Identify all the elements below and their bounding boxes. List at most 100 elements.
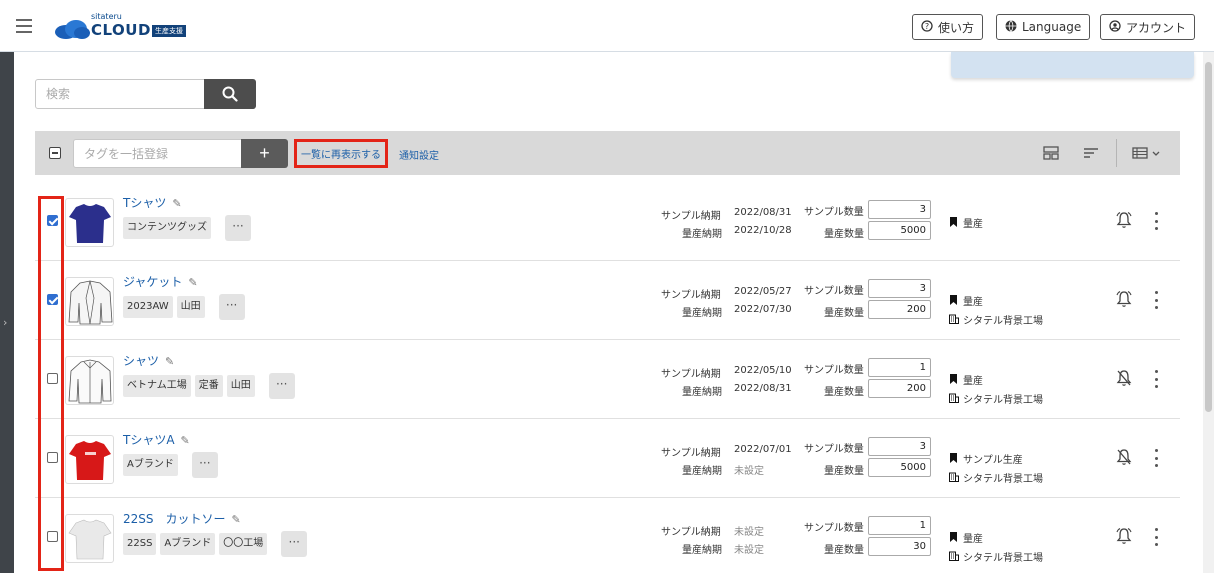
tag-chip[interactable]: コンテンツグッズ: [123, 217, 211, 239]
bell-icon[interactable]: [1116, 527, 1132, 545]
tag-chip[interactable]: ベトナム工場: [123, 375, 191, 397]
status-label: 量産: [963, 534, 983, 545]
sample-delivery-date: 2022/05/27: [734, 286, 792, 297]
select-all-checkbox[interactable]: [49, 147, 61, 159]
sample-qty-input[interactable]: 1: [868, 358, 931, 377]
tag-chip[interactable]: 〇〇工場: [219, 533, 268, 555]
layout-view-icon[interactable]: [1043, 146, 1059, 160]
edit-pencil-icon[interactable]: ✎: [188, 276, 197, 289]
factory-name: シタテル背景工場: [963, 395, 1043, 406]
tag-chip[interactable]: 山田: [176, 296, 205, 318]
tag-chip[interactable]: Aブランド: [160, 533, 216, 555]
table-row[interactable]: シャツ ✎ ベトナム工場 定番 山田 ··· サンプル納期 量産納期 2022/05/1…: [35, 340, 1180, 419]
more-tags-button[interactable]: ···: [218, 294, 245, 320]
product-thumbnail[interactable]: [65, 435, 114, 484]
expand-sidebar-icon[interactable]: ›: [3, 316, 7, 329]
search-input[interactable]: [35, 79, 205, 109]
bell-off-icon[interactable]: [1116, 448, 1132, 466]
collapsed-sidebar[interactable]: ›: [0, 52, 14, 573]
bulk-tag-input[interactable]: [73, 139, 242, 168]
notify-settings-link[interactable]: 通知設定: [399, 147, 439, 162]
mass-qty-input[interactable]: 200: [868, 379, 931, 398]
mass-qty-input[interactable]: 5000: [868, 458, 931, 477]
tag-chip[interactable]: 定番: [194, 375, 223, 397]
bookmark-icon: [949, 532, 958, 545]
table-row[interactable]: Tシャツ ✎ コンテンツグッズ ··· サンプル納期 量産納期 2022/08/31…: [35, 182, 1180, 261]
language-button[interactable]: Language: [996, 14, 1091, 40]
mass-qty-input[interactable]: 30: [868, 537, 931, 556]
logo-text: CLOUD: [91, 21, 151, 39]
more-options-icon[interactable]: [1153, 291, 1159, 309]
edit-pencil-icon[interactable]: ✎: [181, 434, 190, 447]
tag-list: 2023AW 山田 ···: [123, 294, 245, 320]
tag-chip[interactable]: Aブランド: [123, 454, 178, 476]
tag-chip[interactable]: 2023AW: [123, 296, 173, 318]
more-tags-button[interactable]: ···: [191, 452, 218, 478]
building-icon: [949, 472, 959, 485]
table-row[interactable]: TシャツA ✎ Aブランド ··· サンプル納期 量産納期 2022/07/01 未…: [35, 419, 1180, 498]
table-row[interactable]: ジャケット ✎ 2023AW 山田 ··· サンプル納期 量産納期 2022/05/2…: [35, 261, 1180, 340]
sample-qty-input[interactable]: 3: [868, 437, 931, 456]
account-button[interactable]: アカウント: [1100, 14, 1196, 40]
edit-pencil-icon[interactable]: ✎: [172, 197, 181, 210]
more-options-icon[interactable]: [1153, 528, 1159, 546]
more-tags-button[interactable]: ···: [268, 373, 295, 399]
bell-icon[interactable]: [1116, 211, 1132, 229]
app-header: sitateru CLOUD 生産支援 ? 使い方 Language アカウント: [0, 0, 1214, 52]
toolbar-divider: [1116, 139, 1117, 167]
product-thumbnail[interactable]: [65, 198, 114, 247]
more-options-icon[interactable]: [1153, 212, 1159, 230]
edit-pencil-icon[interactable]: ✎: [165, 355, 174, 368]
factory-info: シタテル背景工場: [949, 549, 1043, 564]
logo-subtext: sitateru: [91, 12, 122, 21]
more-options-icon[interactable]: [1153, 370, 1159, 388]
help-button[interactable]: ? 使い方: [912, 14, 984, 40]
hamburger-menu-icon[interactable]: [16, 19, 34, 33]
add-tag-button[interactable]: +: [241, 139, 288, 168]
search-button[interactable]: [204, 79, 256, 109]
mass-qty-input[interactable]: 5000: [868, 221, 931, 240]
mass-delivery-label: 量産納期: [682, 545, 722, 556]
product-name-link[interactable]: 22SS カットソー ✎: [123, 510, 241, 527]
table-row[interactable]: 22SS カットソー ✎ 22SS Aブランド 〇〇工場 ··· サンプル納期 量産納期…: [35, 498, 1180, 573]
tag-chip[interactable]: 山田: [226, 375, 255, 397]
mass-delivery-date: 2022/08/31: [734, 383, 792, 394]
status-label: 量産: [963, 297, 983, 308]
checkbox-column-highlight: [38, 196, 64, 571]
product-thumbnail[interactable]: [65, 277, 114, 326]
building-icon: [949, 393, 959, 406]
bell-icon[interactable]: [1116, 290, 1132, 308]
edit-pencil-icon[interactable]: ✎: [232, 513, 241, 526]
product-name: ジャケット: [123, 275, 183, 289]
tag-chip[interactable]: 22SS: [123, 533, 157, 555]
list-view-toggle[interactable]: [1132, 146, 1162, 160]
product-name-link[interactable]: TシャツA ✎: [123, 431, 190, 448]
svg-text:?: ?: [925, 22, 929, 31]
more-options-icon[interactable]: [1153, 449, 1159, 467]
bookmark-icon: [949, 295, 958, 308]
app-logo[interactable]: sitateru CLOUD 生産支援: [54, 12, 204, 41]
bell-off-icon[interactable]: [1116, 369, 1132, 387]
scrollbar-thumb[interactable]: [1205, 62, 1212, 412]
product-name-link[interactable]: ジャケット ✎: [123, 273, 198, 290]
sample-qty-input[interactable]: 3: [868, 200, 931, 219]
mass-delivery-label: 量産納期: [682, 387, 722, 398]
more-tags-button[interactable]: ···: [225, 215, 251, 241]
product-name-link[interactable]: Tシャツ ✎: [123, 194, 182, 211]
sort-icon[interactable]: [1083, 146, 1099, 160]
sample-qty-input[interactable]: 1: [868, 516, 931, 535]
production-status: 量産: [949, 530, 983, 545]
help-label: 使い方: [938, 20, 975, 35]
mass-qty-input[interactable]: 200: [868, 300, 931, 319]
mass-qty-label: 量産数量: [824, 387, 864, 398]
more-tags-button[interactable]: ···: [281, 531, 308, 557]
sample-delivery-date: 2022/08/31: [734, 207, 792, 218]
building-icon: [949, 551, 959, 564]
redisplay-button[interactable]: 一覧に再表示する: [294, 139, 388, 168]
product-thumbnail[interactable]: [65, 356, 114, 405]
product-name-link[interactable]: シャツ ✎: [123, 352, 174, 369]
sample-qty-input[interactable]: 3: [868, 279, 931, 298]
product-thumbnail[interactable]: [65, 514, 114, 563]
mass-qty-label: 量産数量: [824, 545, 864, 556]
sample-qty-label: サンプル数量: [804, 286, 864, 297]
